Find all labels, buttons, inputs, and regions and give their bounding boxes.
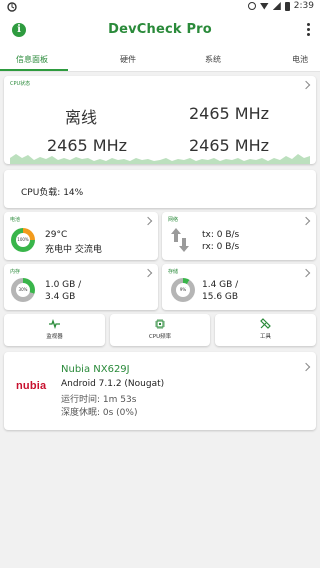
app-title: DevCheck Pro [108, 22, 212, 37]
network-title: 网络 [168, 217, 179, 223]
cpu-status-card[interactable]: CPU状态 离线 2465 MHz 2465 MHz 2465 MHz [4, 76, 316, 164]
network-rx: rx: 0 B/s [202, 242, 240, 252]
monitor-button-label: 监视器 [46, 334, 63, 340]
tab-bar: 信息面板 硬件 系统 电池 [0, 48, 320, 72]
cpu-load-card: CPU负载: 14% [4, 170, 316, 208]
brand-logo: nubia [16, 380, 47, 392]
signal-icon [272, 2, 281, 10]
storage-ring-label: 9% [176, 283, 190, 297]
notification-icon [7, 2, 17, 12]
device-deep-sleep: 深度休眠: 0s (0%) [61, 408, 138, 418]
battery-ring-label: 100% [16, 233, 30, 247]
battery-temperature: 29°C [45, 230, 68, 240]
tab-dashboard[interactable]: 信息面板 [16, 54, 48, 65]
status-bar: 2:39 [0, 0, 320, 14]
battery-title: 电池 [10, 217, 21, 223]
tools-button[interactable]: 工具 [215, 314, 316, 346]
app-bar: i DevCheck Pro [0, 14, 320, 48]
chevron-right-icon [301, 216, 311, 226]
overflow-menu-icon[interactable] [306, 23, 310, 37]
cpu-core-2: 2465 MHz [46, 136, 128, 155]
network-tx: tx: 0 B/s [202, 230, 240, 240]
memory-ring-label: 30% [16, 283, 30, 297]
cpu-load-label: CPU负载: 14% [21, 188, 84, 198]
dnd-icon [247, 2, 256, 10]
storage-card[interactable]: 存储 9% 1.4 GB / 15.6 GB [162, 264, 316, 310]
chevron-right-icon [143, 268, 153, 278]
memory-ring: 30% [11, 278, 35, 302]
cpu-frequency-button[interactable]: CPU频率 [110, 314, 210, 346]
tab-system[interactable]: 系统 [205, 54, 221, 65]
cpu-core-grid: 离线 2465 MHz 2465 MHz 2465 MHz [4, 94, 304, 155]
tools-icon [260, 318, 271, 329]
storage-total: 15.6 GB [202, 292, 239, 302]
cpu-status-title: CPU状态 [10, 81, 31, 87]
battery-ring: 100% [11, 228, 35, 252]
device-os: Android 7.1.2 (Nougat) [61, 379, 165, 389]
device-uptime: 运行时间: 1m 53s [61, 395, 137, 405]
status-time: 2:39 [293, 1, 314, 11]
cpu-core-3: 2465 MHz [188, 136, 270, 155]
cpu-icon [155, 319, 165, 329]
battery-status: 充电中 交流电 [45, 245, 102, 255]
storage-ring: 9% [171, 278, 195, 302]
battery-icon [284, 1, 290, 11]
chevron-right-icon [301, 80, 311, 90]
chevron-right-icon [143, 216, 153, 226]
chevron-right-icon [301, 362, 311, 372]
network-card[interactable]: 网络 tx: 0 B/s rx: 0 B/s [162, 212, 316, 260]
cpu-core-1: 2465 MHz [188, 104, 270, 123]
cpu-frequency-button-label: CPU频率 [148, 334, 172, 340]
storage-title: 存储 [168, 269, 179, 275]
memory-used: 1.0 GB / [45, 280, 82, 290]
network-arrows-icon [171, 228, 189, 252]
memory-title: 内存 [10, 269, 21, 275]
monitor-button[interactable]: 监视器 [4, 314, 105, 346]
tab-battery[interactable]: 电池 [292, 54, 308, 65]
memory-total: 3.4 GB [45, 292, 76, 302]
tab-hardware[interactable]: 硬件 [120, 54, 136, 65]
memory-card[interactable]: 内存 30% 1.0 GB / 3.4 GB [4, 264, 158, 310]
device-name: Nubia NX629J [61, 364, 130, 375]
storage-used: 1.4 GB / [202, 280, 239, 290]
status-icons: 2:39 [247, 1, 314, 11]
cpu-core-0: 离线 [64, 108, 97, 127]
chevron-right-icon [301, 268, 311, 278]
battery-card[interactable]: 电池 100% 29°C 充电中 交流电 [4, 212, 158, 260]
monitor-icon [49, 319, 60, 329]
tab-indicator [0, 69, 68, 71]
device-card[interactable]: nubia Nubia NX629J Android 7.1.2 (Nougat… [4, 352, 316, 430]
tools-button-label: 工具 [259, 334, 271, 340]
wifi-icon [259, 2, 269, 10]
